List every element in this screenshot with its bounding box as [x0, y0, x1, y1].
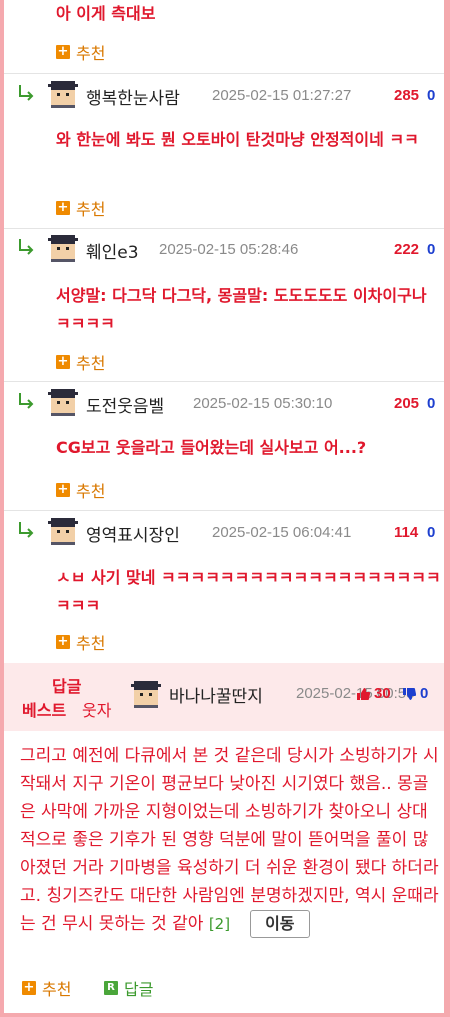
board-tag: 웃자	[82, 701, 112, 720]
downvote-count: 0	[427, 241, 436, 258]
recommend-button[interactable]: + 추천	[56, 630, 105, 654]
reply-arrow-icon	[19, 239, 34, 255]
downvote-count: 0	[420, 685, 429, 702]
best-comment-text: 그리고 예전에 다큐에서 본 것 같은데 당시가 소빙하기가 시작돼서 지구 기…	[20, 742, 440, 938]
plus-icon: +	[56, 634, 70, 649]
upvote-count: 205	[394, 395, 420, 412]
reply-arrow-icon	[19, 393, 34, 409]
comment-header: 영역표시장인 2025-02-15 06:04:41 114 0	[4, 513, 444, 553]
timestamp: 2025-02-15 05:28:46	[159, 241, 299, 258]
comment-text: ㅅㅂ 사기 맞네 ㅋㅋㅋㅋㅋㅋㅋㅋㅋㅋㅋㅋㅋㅋㅋㅋㅋㅋㅋㅋㅋㅋ	[56, 568, 441, 615]
timestamp: 2025-02-15 05:30:10	[193, 395, 333, 412]
reply-button[interactable]: R 답글	[104, 976, 153, 1000]
comment-header: 행복한눈사람 2025-02-15 01:27:27 285 0	[4, 76, 444, 116]
comment-text: CG보고 웃을라고 들어왔는데 실사보고 어...?	[56, 438, 367, 457]
nickname[interactable]: 도전웃음벨	[86, 392, 164, 417]
comment-text: 서양말: 다그닥 다그닥, 몽골말: 도도도도도 이차이구나 ㅋㅋㅋㅋ	[56, 286, 427, 333]
divider	[4, 510, 444, 511]
avatar	[131, 681, 161, 708]
upvote-count: 114	[394, 524, 419, 541]
comment-text: 아 이게 측대보	[56, 4, 156, 23]
downvote-count: 0	[427, 87, 436, 104]
recommend-button[interactable]: + 추천	[56, 40, 105, 64]
comment-text: 와 한눈에 봐도 뭔 오토바이 탄것마냥 안정적이네 ㅋㅋ	[56, 130, 419, 149]
recommend-label: 추천	[76, 354, 106, 373]
comment-header: 훼인e3 2025-02-15 05:28:46 222 0	[4, 230, 444, 270]
comment-list: 아 이게 측대보 + 추천 행복한눈사람 2025-02-15 01:27:27…	[4, 0, 444, 1013]
best-comment-header: 답글 베스트 웃자 바나나꿀딴지 2025-02-15 00:53 30 0	[4, 663, 444, 731]
reply-label: 답글	[124, 980, 154, 999]
recommend-label: 추천	[42, 980, 72, 999]
comment-header: 도전웃음벨 2025-02-15 05:30:10 205 0	[4, 384, 444, 424]
thumbs-up-icon[interactable]	[356, 687, 370, 701]
best-tag: 베스트	[22, 701, 67, 720]
divider	[4, 228, 444, 229]
nickname[interactable]: 행복한눈사람	[86, 84, 180, 109]
timestamp: 2025-02-15 06:04:41	[212, 524, 352, 541]
best-tag-reply: 답글	[52, 677, 82, 696]
timestamp: 2025-02-15 01:27:27	[212, 87, 352, 104]
plus-icon: +	[56, 200, 70, 215]
reply-arrow-icon	[19, 85, 34, 101]
recommend-button[interactable]: + 추천	[22, 976, 71, 1000]
reply-count[interactable]: [2]	[209, 915, 230, 933]
recommend-button[interactable]: + 추천	[56, 196, 105, 220]
divider	[4, 73, 444, 74]
downvote-count: 0	[427, 395, 436, 412]
upvote-count: 285	[394, 87, 420, 104]
avatar	[48, 235, 78, 262]
thumbs-down-icon[interactable]	[402, 687, 416, 701]
plus-icon: +	[56, 482, 70, 497]
comment-body: 그리고 예전에 다큐에서 본 것 같은데 당시가 소빙하기가 시작돼서 지구 기…	[20, 746, 439, 934]
nickname[interactable]: 영역표시장인	[86, 521, 180, 546]
move-button[interactable]: 이동	[250, 910, 310, 938]
recommend-button[interactable]: + 추천	[56, 478, 105, 502]
avatar	[48, 518, 78, 545]
recommend-label: 추천	[76, 482, 106, 501]
plus-icon: +	[22, 980, 36, 995]
avatar	[48, 81, 78, 108]
divider	[4, 381, 444, 382]
upvote-count: 222	[394, 241, 420, 258]
plus-icon: +	[56, 44, 70, 59]
reply-icon: R	[104, 981, 118, 995]
recommend-button[interactable]: + 추천	[56, 350, 105, 374]
plus-icon: +	[56, 354, 70, 369]
recommend-label: 추천	[76, 44, 106, 63]
nickname[interactable]: 바나나꿀딴지	[169, 682, 263, 707]
downvote-count: 0	[427, 524, 436, 541]
upvote-count: 30	[374, 685, 391, 702]
nickname[interactable]: 훼인e3	[86, 238, 139, 263]
recommend-label: 추천	[76, 634, 106, 653]
avatar	[48, 389, 78, 416]
reply-arrow-icon	[19, 522, 34, 538]
recommend-label: 추천	[76, 200, 106, 219]
